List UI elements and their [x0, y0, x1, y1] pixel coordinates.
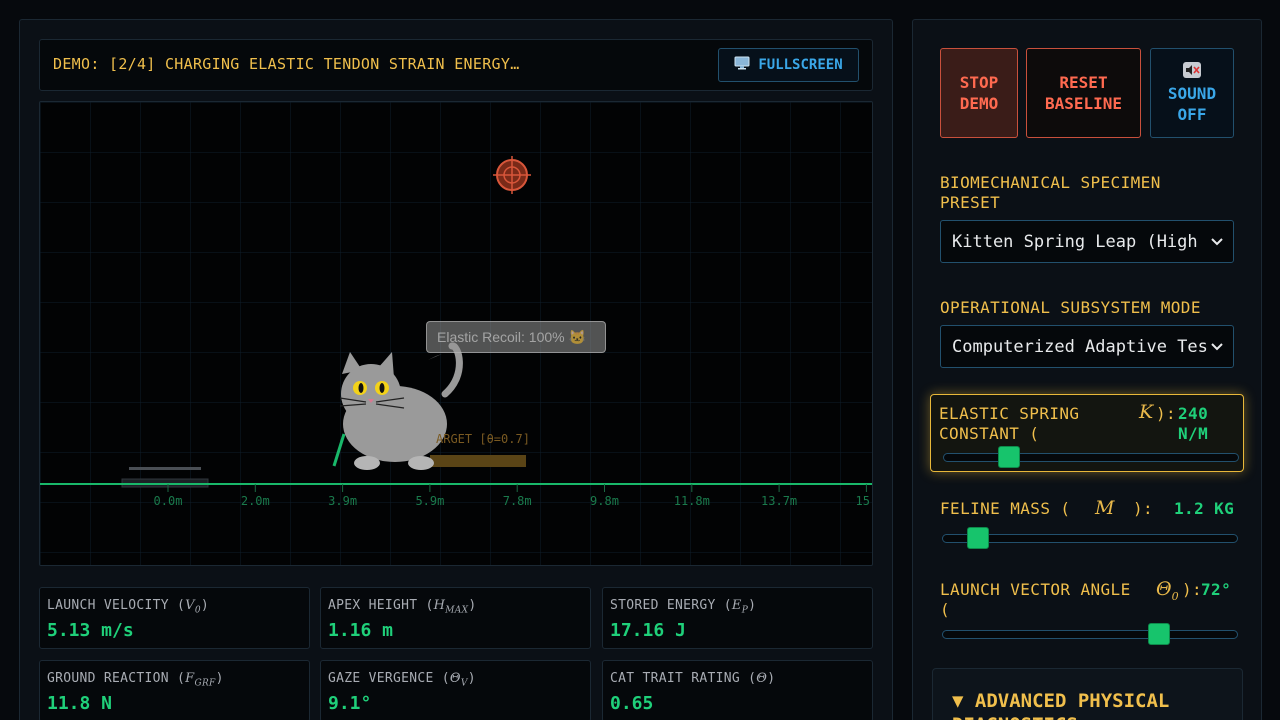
reset-baseline-button[interactable]: RESET BASELINE — [1026, 48, 1141, 138]
advanced-diagnostics-title: ▼ ADVANCED PHYSICAL DIAGNOSTICS — [952, 690, 1170, 720]
stat-value: 9.1° — [328, 693, 372, 714]
stat-card: GAZE VERGENCE (ΘV) 9.1° — [320, 660, 591, 720]
demo-status-text: DEMO: [2/4] CHARGING ELASTIC TENDON STRA… — [53, 55, 520, 73]
ruler-tick-label: 11.8m — [674, 494, 710, 508]
stat-label: APEX HEIGHT (HMAX) — [328, 598, 477, 616]
angle-slider-track[interactable] — [942, 630, 1238, 639]
mode-label: OPERATIONAL SUBSYSTEM MODE — [940, 298, 1201, 317]
preset-label-line-2: PRESET — [940, 193, 1001, 212]
spring-value-unit: N/M — [1178, 424, 1209, 443]
fullscreen-label: FULLSCREEN — [758, 57, 843, 73]
ruler-tick-label: 3.9m — [328, 494, 357, 508]
preset-select[interactable]: Kitten Spring Leap (High Energy) — [940, 220, 1234, 263]
angle-label: LAUNCH VECTOR ANGLE ( — [940, 580, 1131, 620]
spring-symbol: K — [1139, 401, 1154, 423]
angle-value: 72° — [1201, 580, 1232, 599]
ruler-tick-label: 2.0m — [241, 494, 270, 508]
spring-value-number: 240 — [1178, 404, 1209, 423]
stat-value: 0.65 — [610, 693, 654, 714]
mode-select[interactable]: Computerized Adaptive Testing — [940, 325, 1234, 368]
stat-card: APEX HEIGHT (HMAX) 1.16 m — [320, 587, 591, 649]
ruler-tick-label: 9.8m — [590, 494, 619, 508]
angle-symbol: Θ0 — [1156, 578, 1179, 603]
angle-label-line-1: LAUNCH VECTOR ANGLE — [940, 580, 1131, 599]
preset-select-value: Kitten Spring Leap (High Energy) — [952, 231, 1207, 252]
angle-label-line-2: ( — [940, 600, 951, 619]
ruler-tick-label: 5.9m — [415, 494, 444, 508]
control-panel: STOP DEMO RESET BASELINE SOUND OFF BIOME… — [912, 19, 1262, 720]
simulation-panel: DEMO: [2/4] CHARGING ELASTIC TENDON STRA… — [19, 19, 893, 720]
stat-value: 17.16 J — [610, 620, 686, 641]
advanced-diagnostics-section[interactable]: ▼ ADVANCED PHYSICAL DIAGNOSTICS — [932, 668, 1243, 720]
stat-card: LAUNCH VELOCITY (V0) 5.13 m/s — [39, 587, 310, 649]
spring-slider-thumb[interactable] — [997, 446, 1020, 468]
monitor-icon — [734, 56, 750, 74]
chevron-down-icon — [1211, 343, 1223, 351]
stop-demo-label-1: STOP — [959, 73, 999, 92]
mass-label: FELINE MASS ( — [940, 499, 1071, 518]
target-label: ARGET [θ=0.7] — [436, 432, 530, 446]
landing-target-pad — [430, 455, 526, 467]
spring-label-line-2: CONSTANT ( — [939, 424, 1040, 443]
angle-close: ): — [1182, 580, 1203, 599]
preset-label-line-1: BIOMECHANICAL SPECIMEN — [940, 173, 1161, 192]
spring-value: 240 N/M — [1178, 404, 1208, 444]
reset-baseline-label-2: BASELINE — [1044, 94, 1123, 113]
angle-slider-thumb[interactable] — [1147, 623, 1170, 645]
spring-close: ): — [1156, 404, 1177, 423]
mass-symbol: M — [1095, 497, 1115, 519]
stat-card: STORED ENERGY (EP) 17.16 J — [602, 587, 873, 649]
ruler-tick-label: 13.7m — [761, 494, 797, 508]
spring-label-line-1: ELASTIC SPRING — [939, 404, 1080, 423]
sound-toggle-button[interactable]: SOUND OFF — [1150, 48, 1234, 138]
stop-demo-button[interactable]: STOP DEMO — [940, 48, 1018, 138]
preset-label: BIOMECHANICAL SPECIMEN PRESET — [940, 173, 1161, 213]
stat-label: LAUNCH VELOCITY (V0) — [47, 598, 210, 616]
mass-slider-thumb[interactable] — [966, 527, 989, 549]
stat-value: 11.8 N — [47, 693, 113, 714]
stat-label: GROUND REACTION (FGRF) — [47, 671, 224, 689]
stat-value: 1.16 m — [328, 620, 394, 641]
ruler-tick-label: 7.8m — [503, 494, 532, 508]
stat-label: GAZE VERGENCE (ΘV) — [328, 671, 476, 689]
mass-value: 1.2 KG — [1174, 499, 1235, 518]
spring-slider-track[interactable] — [943, 453, 1239, 462]
ruler-tick-label: 15. — [856, 494, 873, 508]
ruler-tick-label: 0.0m — [154, 494, 183, 508]
angle-symbol-base: Θ — [1156, 578, 1172, 600]
mode-select-value: Computerized Adaptive Testing — [952, 336, 1207, 357]
stat-card: GROUND REACTION (FGRF) 11.8 N — [39, 660, 310, 720]
speaker-muted-icon — [1183, 61, 1201, 83]
mass-close: ): — [1133, 499, 1154, 518]
elastic-recoil-tooltip: Elastic Recoil: 100% 🐱 — [426, 321, 606, 353]
demo-status-bar: DEMO: [2/4] CHARGING ELASTIC TENDON STRA… — [39, 39, 873, 91]
stat-value: 5.13 m/s — [47, 620, 134, 641]
stop-demo-label-2: DEMO — [959, 94, 999, 113]
stat-card: CAT TRAIT RATING (Θ) 0.65 — [602, 660, 873, 720]
angle-symbol-sub: 0 — [1171, 589, 1179, 603]
sound-label-2: OFF — [1177, 104, 1207, 124]
reset-baseline-label-1: RESET — [1059, 73, 1108, 92]
stat-label: STORED ENERGY (EP) — [610, 598, 757, 616]
chevron-down-icon — [1211, 238, 1223, 246]
sound-label-1: SOUND — [1167, 83, 1217, 103]
fullscreen-button[interactable]: FULLSCREEN — [718, 48, 859, 82]
spring-label: ELASTIC SPRING CONSTANT ( — [939, 404, 1079, 444]
stat-label: CAT TRAIT RATING (Θ) — [610, 671, 776, 686]
simulation-stage[interactable]: 0.0m 2.0m 3.9m 5.9m 7.8m 9.8m 11.8m 13.7m 15. — [39, 101, 873, 566]
spring-constant-control: ELASTIC SPRING CONSTANT ( K ): 240 N/M — [930, 394, 1244, 472]
